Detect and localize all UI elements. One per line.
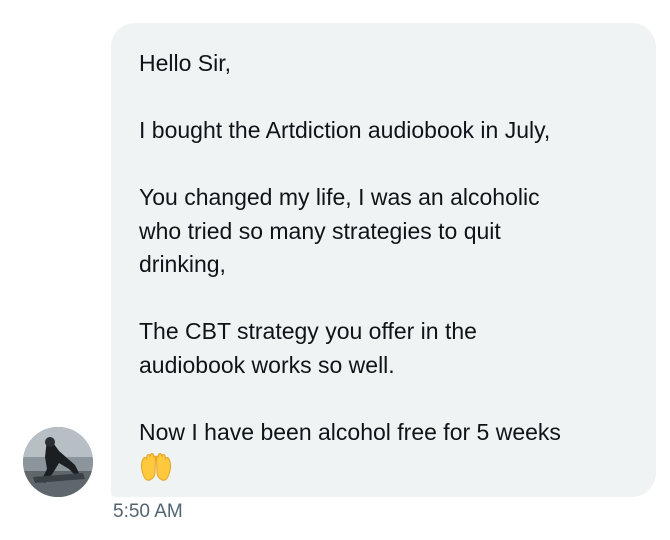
sender-avatar[interactable] — [23, 427, 93, 497]
message-paragraph: Now I have been alcohol free for 5 weeks — [139, 418, 561, 445]
open-hands-icon — [139, 452, 173, 482]
message-timestamp[interactable]: 5:50 AM — [113, 501, 183, 523]
dm-conversation: Hello Sir, I bought the Artdiction audio… — [0, 0, 670, 540]
message-paragraph: I bought the Artdiction audiobook in Jul… — [139, 117, 551, 143]
message-bubble[interactable]: Hello Sir, I bought the Artdiction audio… — [111, 23, 656, 497]
message-paragraph: Hello Sir, — [139, 50, 232, 76]
message-paragraph: You changed my life, I was an alcoholic … — [139, 184, 540, 277]
message-paragraph: The CBT strategy you offer in the audiob… — [139, 318, 477, 378]
